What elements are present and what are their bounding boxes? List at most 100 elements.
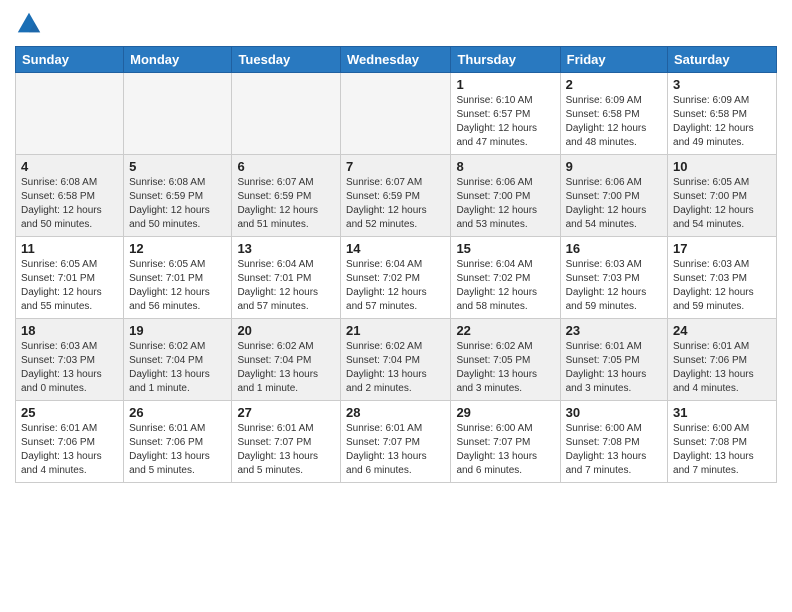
- day-number: 13: [237, 241, 335, 256]
- calendar-day-cell: 10 Sunrise: 6:05 AMSunset: 7:00 PMDayligh…: [668, 155, 777, 237]
- day-info: Sunrise: 6:08 AMSunset: 6:58 PMDaylight:…: [21, 176, 118, 232]
- calendar-day-cell: 9 Sunrise: 6:06 AMSunset: 7:00 PMDaylight…: [560, 155, 667, 237]
- day-number: 18: [21, 323, 118, 338]
- weekday-header: Wednesday: [341, 47, 451, 73]
- day-number: 21: [346, 323, 445, 338]
- calendar-day-cell: 25Sunrise: 6:01 AMSunset: 7:06 PMDayligh…: [16, 401, 124, 483]
- day-info: Sunrise: 6:05 AMSunset: 7:00 PMDaylight:…: [673, 176, 771, 232]
- calendar-day-cell: 15 Sunrise: 6:04 AMSunset: 7:02 PMDayligh…: [451, 237, 560, 319]
- calendar-day-cell: 18 Sunrise: 6:03 AMSunset: 7:03 PMDayligh…: [16, 319, 124, 401]
- calendar-day-cell: 12Sunrise: 6:05 AMSunset: 7:01 PMDayligh…: [124, 237, 232, 319]
- day-number: 29: [456, 405, 554, 420]
- calendar-week-row: 18 Sunrise: 6:03 AMSunset: 7:03 PMDayligh…: [16, 319, 777, 401]
- day-number: 10: [673, 159, 771, 174]
- day-info: Sunrise: 6:02 AMSunset: 7:04 PMDaylight:…: [129, 340, 226, 396]
- day-info: Sunrise: 6:04 AMSunset: 7:02 PMDaylight:…: [456, 258, 554, 314]
- calendar-day-cell: 8 Sunrise: 6:06 AMSunset: 7:00 PMDaylight…: [451, 155, 560, 237]
- calendar-day-cell: 26 Sunrise: 6:01 AMSunset: 7:06 PMDayligh…: [124, 401, 232, 483]
- calendar-day-cell: 11 Sunrise: 6:05 AMSunset: 7:01 PMDayligh…: [16, 237, 124, 319]
- calendar-day-cell: 2Sunrise: 6:09 AMSunset: 6:58 PMDaylight…: [560, 73, 667, 155]
- day-info: Sunrise: 6:04 AMSunset: 7:01 PMDaylight:…: [237, 258, 335, 314]
- day-number: 7: [346, 159, 445, 174]
- day-number: 12: [129, 241, 226, 256]
- calendar-week-row: 1 Sunrise: 6:10 AMSunset: 6:57 PMDaylight…: [16, 73, 777, 155]
- day-number: 24: [673, 323, 771, 338]
- day-info: Sunrise: 6:07 AMSunset: 6:59 PMDaylight:…: [346, 176, 445, 232]
- calendar-day-cell: 1 Sunrise: 6:10 AMSunset: 6:57 PMDaylight…: [451, 73, 560, 155]
- calendar-week-row: 25Sunrise: 6:01 AMSunset: 7:06 PMDayligh…: [16, 401, 777, 483]
- day-number: 17: [673, 241, 771, 256]
- calendar-header-row: SundayMondayTuesdayWednesdayThursdayFrid…: [16, 47, 777, 73]
- day-number: 16: [566, 241, 662, 256]
- calendar-day-cell: 7 Sunrise: 6:07 AMSunset: 6:59 PMDaylight…: [341, 155, 451, 237]
- calendar-day-cell: 29 Sunrise: 6:00 AMSunset: 7:07 PMDayligh…: [451, 401, 560, 483]
- day-info: Sunrise: 6:09 AMSunset: 6:58 PMDaylight:…: [673, 94, 771, 150]
- calendar-week-row: 11 Sunrise: 6:05 AMSunset: 7:01 PMDayligh…: [16, 237, 777, 319]
- day-number: 4: [21, 159, 118, 174]
- day-number: 26: [129, 405, 226, 420]
- day-info: Sunrise: 6:03 AMSunset: 7:03 PMDaylight:…: [673, 258, 771, 314]
- day-number: 30: [566, 405, 662, 420]
- day-info: Sunrise: 6:02 AMSunset: 7:05 PMDaylight:…: [456, 340, 554, 396]
- weekday-header: Saturday: [668, 47, 777, 73]
- day-number: 9: [566, 159, 662, 174]
- weekday-header: Sunday: [16, 47, 124, 73]
- day-info: Sunrise: 6:02 AMSunset: 7:04 PMDaylight:…: [346, 340, 445, 396]
- calendar-day-cell: [341, 73, 451, 155]
- logo-icon: [15, 10, 43, 38]
- day-info: Sunrise: 6:01 AMSunset: 7:05 PMDaylight:…: [566, 340, 662, 396]
- day-number: 19: [129, 323, 226, 338]
- day-number: 22: [456, 323, 554, 338]
- day-number: 20: [237, 323, 335, 338]
- day-info: Sunrise: 6:05 AMSunset: 7:01 PMDaylight:…: [21, 258, 118, 314]
- calendar-day-cell: 6Sunrise: 6:07 AMSunset: 6:59 PMDaylight…: [232, 155, 341, 237]
- day-number: 15: [456, 241, 554, 256]
- calendar-day-cell: 28 Sunrise: 6:01 AMSunset: 7:07 PMDayligh…: [341, 401, 451, 483]
- calendar-day-cell: 21 Sunrise: 6:02 AMSunset: 7:04 PMDayligh…: [341, 319, 451, 401]
- day-info: Sunrise: 6:01 AMSunset: 7:07 PMDaylight:…: [237, 422, 335, 478]
- day-info: Sunrise: 6:10 AMSunset: 6:57 PMDaylight:…: [456, 94, 554, 150]
- calendar-day-cell: 13 Sunrise: 6:04 AMSunset: 7:01 PMDayligh…: [232, 237, 341, 319]
- calendar-day-cell: 5 Sunrise: 6:08 AMSunset: 6:59 PMDaylight…: [124, 155, 232, 237]
- calendar-day-cell: 20 Sunrise: 6:02 AMSunset: 7:04 PMDayligh…: [232, 319, 341, 401]
- weekday-header: Monday: [124, 47, 232, 73]
- day-number: 14: [346, 241, 445, 256]
- day-info: Sunrise: 6:00 AMSunset: 7:08 PMDaylight:…: [566, 422, 662, 478]
- day-info: Sunrise: 6:03 AMSunset: 7:03 PMDaylight:…: [21, 340, 118, 396]
- day-info: Sunrise: 6:01 AMSunset: 7:06 PMDaylight:…: [673, 340, 771, 396]
- day-info: Sunrise: 6:01 AMSunset: 7:06 PMDaylight:…: [21, 422, 118, 478]
- calendar-table: SundayMondayTuesdayWednesdayThursdayFrid…: [15, 46, 777, 483]
- day-info: Sunrise: 6:06 AMSunset: 7:00 PMDaylight:…: [566, 176, 662, 232]
- day-info: Sunrise: 6:01 AMSunset: 7:06 PMDaylight:…: [129, 422, 226, 478]
- day-info: Sunrise: 6:06 AMSunset: 7:00 PMDaylight:…: [456, 176, 554, 232]
- day-number: 5: [129, 159, 226, 174]
- day-number: 6: [237, 159, 335, 174]
- day-info: Sunrise: 6:01 AMSunset: 7:07 PMDaylight:…: [346, 422, 445, 478]
- weekday-header: Tuesday: [232, 47, 341, 73]
- day-info: Sunrise: 6:03 AMSunset: 7:03 PMDaylight:…: [566, 258, 662, 314]
- calendar-day-cell: 19 Sunrise: 6:02 AMSunset: 7:04 PMDayligh…: [124, 319, 232, 401]
- day-number: 1: [456, 77, 554, 92]
- calendar-day-cell: 17 Sunrise: 6:03 AMSunset: 7:03 PMDayligh…: [668, 237, 777, 319]
- calendar-day-cell: 30 Sunrise: 6:00 AMSunset: 7:08 PMDayligh…: [560, 401, 667, 483]
- calendar-week-row: 4 Sunrise: 6:08 AMSunset: 6:58 PMDaylight…: [16, 155, 777, 237]
- day-number: 23: [566, 323, 662, 338]
- day-number: 11: [21, 241, 118, 256]
- day-info: Sunrise: 6:00 AMSunset: 7:07 PMDaylight:…: [456, 422, 554, 478]
- weekday-header: Thursday: [451, 47, 560, 73]
- day-number: 27: [237, 405, 335, 420]
- calendar-day-cell: [16, 73, 124, 155]
- day-number: 2: [566, 77, 662, 92]
- day-number: 28: [346, 405, 445, 420]
- calendar-day-cell: [124, 73, 232, 155]
- day-info: Sunrise: 6:02 AMSunset: 7:04 PMDaylight:…: [237, 340, 335, 396]
- day-info: Sunrise: 6:08 AMSunset: 6:59 PMDaylight:…: [129, 176, 226, 232]
- calendar-day-cell: 14 Sunrise: 6:04 AMSunset: 7:02 PMDayligh…: [341, 237, 451, 319]
- day-info: Sunrise: 6:04 AMSunset: 7:02 PMDaylight:…: [346, 258, 445, 314]
- day-number: 3: [673, 77, 771, 92]
- calendar-day-cell: 22 Sunrise: 6:02 AMSunset: 7:05 PMDayligh…: [451, 319, 560, 401]
- calendar-day-cell: 24 Sunrise: 6:01 AMSunset: 7:06 PMDayligh…: [668, 319, 777, 401]
- calendar-day-cell: [232, 73, 341, 155]
- day-number: 8: [456, 159, 554, 174]
- day-info: Sunrise: 6:00 AMSunset: 7:08 PMDaylight:…: [673, 422, 771, 478]
